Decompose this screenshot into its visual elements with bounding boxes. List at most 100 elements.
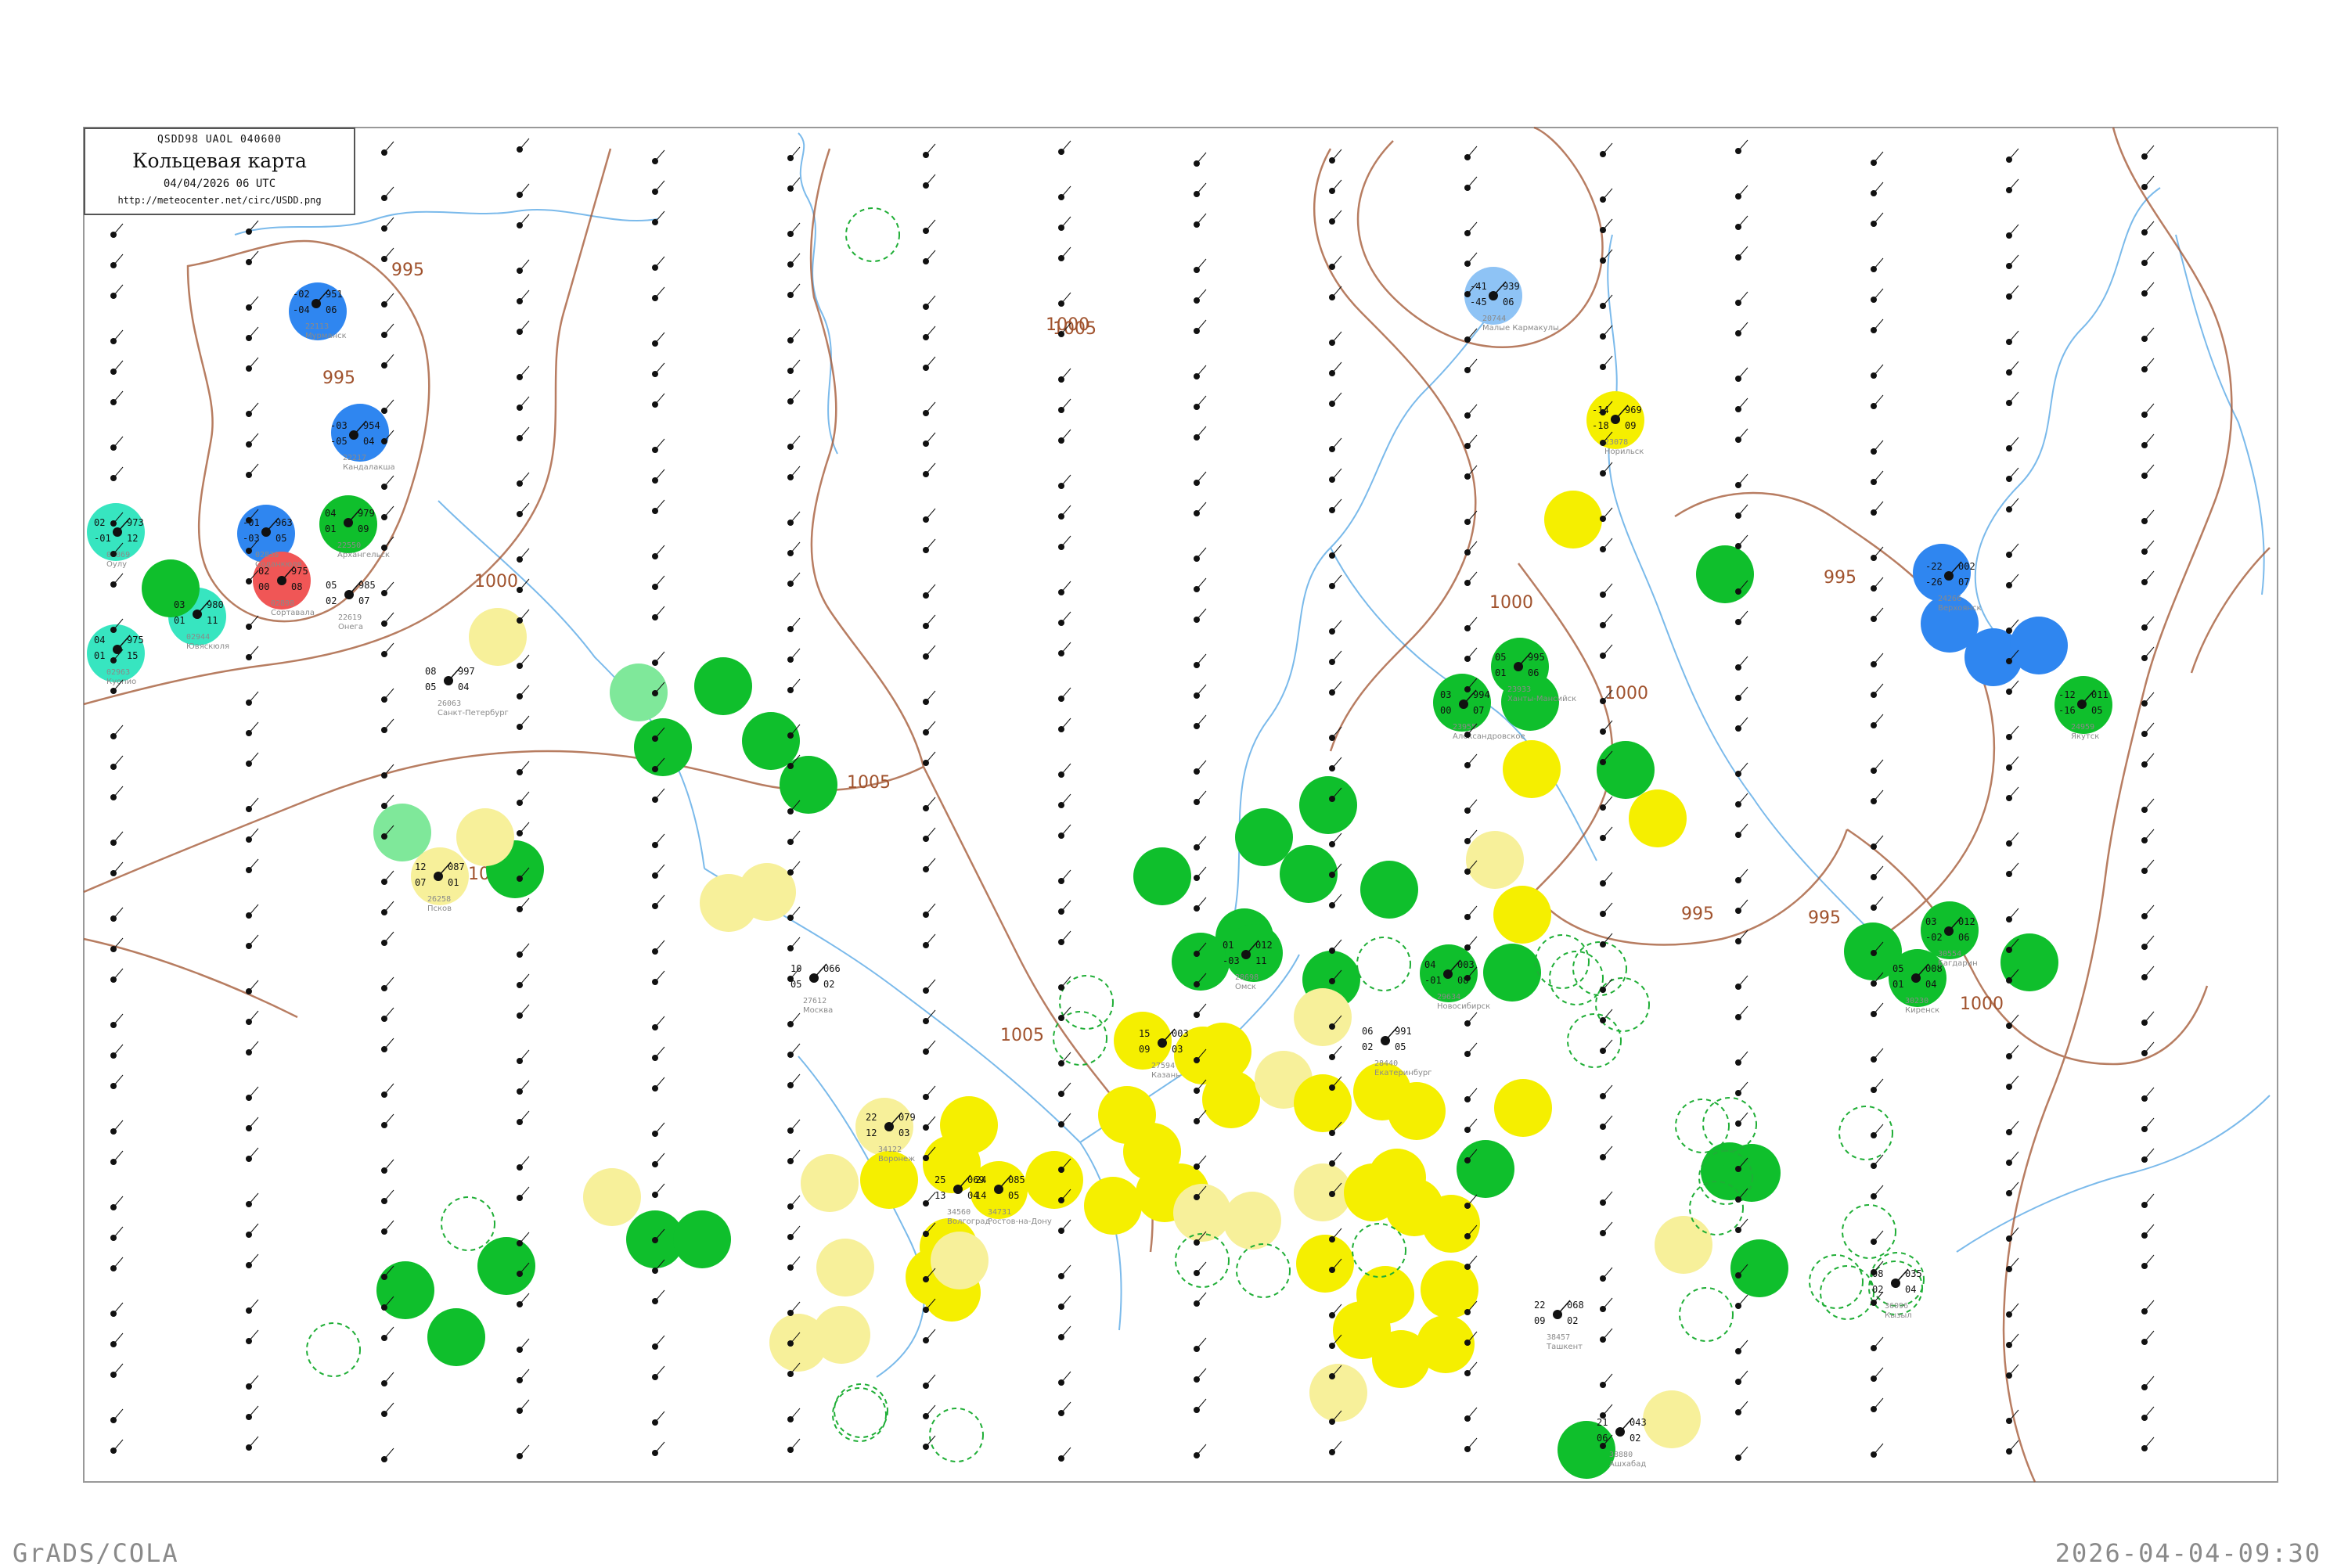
wind-barb — [519, 290, 530, 302]
wind-barb — [113, 1363, 124, 1376]
wind-barb — [925, 538, 936, 551]
precipitation-area — [1544, 491, 1602, 548]
river-amur — [1956, 1095, 2271, 1253]
wind-barb — [2008, 330, 2019, 343]
wind-barb — [519, 654, 530, 667]
station-plot[interactable]: 04 003-01 0829634Новосибирск — [1424, 959, 1490, 1011]
station-name: Воронеж — [878, 1155, 915, 1163]
wind-barb — [1467, 936, 1478, 948]
wind-barb — [113, 1226, 124, 1239]
precipitation-dashed-area — [306, 1322, 361, 1377]
wind-barb — [2008, 1364, 2019, 1376]
station-id: 36096 — [1885, 1302, 1908, 1311]
wind-barb — [654, 1441, 665, 1454]
wind-barb — [384, 1189, 394, 1202]
wind-barb — [1061, 398, 1071, 411]
wind-barb — [519, 259, 530, 272]
station-pressure: 975 — [291, 566, 308, 577]
precipitation-dashed-area — [1675, 1099, 1730, 1153]
wind-barb — [519, 1293, 530, 1305]
wind-barb — [925, 933, 936, 946]
station-pressure-tendency: 02 — [1630, 1433, 1640, 1444]
wind-barb — [248, 646, 259, 658]
station-plot[interactable]: 05 985 02 07 22619Онега — [326, 580, 376, 631]
isobar-1000-far-east — [2002, 127, 2233, 1483]
wind-barb — [1061, 140, 1071, 153]
wind-barb — [1467, 1088, 1478, 1100]
precipitation-area — [1294, 988, 1352, 1046]
wind-barb — [519, 320, 530, 333]
wind-barb — [1196, 319, 1207, 332]
station-name: Мурманск — [305, 332, 347, 340]
wind-barb — [1738, 656, 1748, 668]
wind-barb — [2008, 832, 2019, 844]
wind-barb — [1196, 684, 1207, 696]
station-pressure: 979 — [358, 508, 375, 519]
station-id: 38457 — [1547, 1333, 1570, 1342]
station-name: Верхоянск — [1938, 604, 1982, 613]
wind-barb — [654, 788, 665, 800]
wind-barb — [2144, 175, 2155, 188]
wind-barb — [1196, 426, 1207, 438]
wind-barb — [925, 295, 936, 307]
wind-barb — [519, 1156, 530, 1168]
wind-barb — [1331, 498, 1342, 511]
station-name: Александровское — [1453, 732, 1525, 741]
wind-barb — [925, 827, 936, 840]
wind-barb — [113, 1332, 124, 1345]
station-plot[interactable]: 08 997 05 04 26063Санкт-Петербург — [425, 666, 509, 717]
wind-barb — [1196, 790, 1207, 803]
wind-barb — [1602, 644, 1613, 656]
wind-barb — [1873, 288, 1884, 300]
wind-barb — [2144, 509, 2155, 522]
isobar-label: 1005 — [847, 773, 891, 793]
station-temperature: 21 — [1597, 1417, 1608, 1428]
wind-barb — [2144, 221, 2155, 233]
precipitation-area — [1723, 1144, 1781, 1202]
wind-barb — [2008, 1045, 2019, 1057]
wind-barb — [1331, 255, 1342, 268]
wind-barb — [790, 1438, 801, 1451]
station-plot[interactable]: 22 068 09 02 38457Ташкент — [1534, 1300, 1584, 1351]
wind-barb — [248, 1041, 259, 1053]
station-name: Оулу — [106, 560, 127, 569]
wind-barb — [248, 1223, 259, 1235]
station-temperature: 12 — [415, 861, 426, 872]
wind-barb — [1873, 653, 1884, 665]
wind-barb — [384, 354, 394, 366]
wind-barb — [654, 469, 665, 481]
station-dewpoint: -03 — [1223, 955, 1240, 966]
station-plot[interactable]: 08 03502 0436096Кызыл — [1872, 1268, 1922, 1320]
station-name: Екатеринбург — [1374, 1069, 1432, 1077]
station-pressure: 066 — [823, 963, 841, 974]
station-plot[interactable]: 10 06605 0227612Москва — [790, 963, 841, 1015]
station-id: 02963 — [106, 668, 130, 677]
legend-url[interactable]: http://meteocenter.net/circ/USDD.png — [85, 195, 354, 206]
wind-barb — [654, 1335, 665, 1347]
precipitation-area — [1503, 740, 1561, 798]
station-pressure-tendency: 11 — [1255, 955, 1266, 966]
wind-barb — [790, 1225, 801, 1238]
wind-barb — [1873, 865, 1884, 878]
wind-barb — [2144, 1011, 2155, 1023]
wind-barb — [248, 326, 259, 339]
wind-barb — [790, 1195, 801, 1207]
wind-barb — [248, 858, 259, 871]
wind-barb — [519, 365, 530, 378]
wind-barb — [1061, 1371, 1071, 1383]
station-plot[interactable]: 04 979 01 09 22550Архангельск — [325, 508, 390, 559]
station-id: 23955 — [1453, 723, 1476, 732]
wind-barb — [384, 612, 394, 624]
wind-barb — [925, 797, 936, 809]
precipitation-dashed-area — [845, 207, 900, 262]
station-id: 27594 — [1151, 1062, 1175, 1070]
wind-barb — [248, 296, 259, 308]
station-name: Онега — [338, 623, 363, 631]
precipitation-area — [456, 808, 514, 866]
precipitation-area — [1422, 1195, 1480, 1253]
station-pressure: 043 — [1630, 1417, 1647, 1428]
wind-barb — [790, 1408, 801, 1420]
wind-barb — [790, 329, 801, 341]
wind-barb — [113, 223, 124, 236]
wind-barb — [1061, 474, 1071, 487]
